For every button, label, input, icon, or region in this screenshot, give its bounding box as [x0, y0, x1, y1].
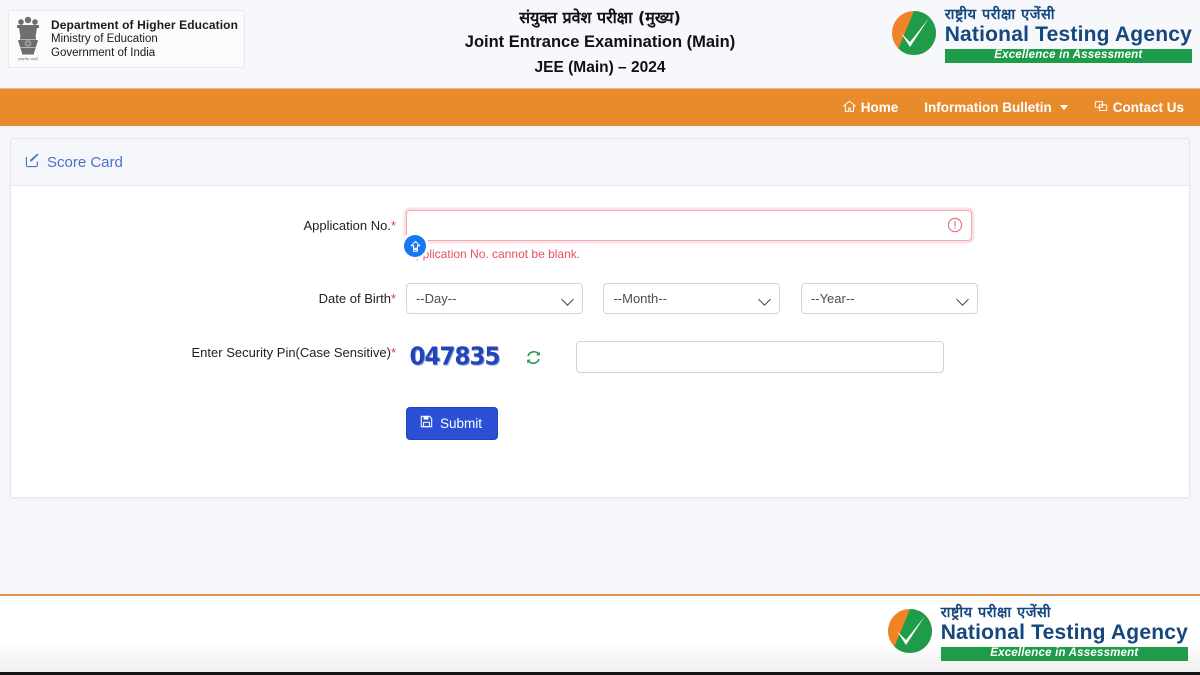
- nta-tagline: Excellence in Assessment: [944, 48, 1192, 64]
- chevron-down-icon: [1059, 105, 1068, 110]
- captcha-image: 047835: [406, 337, 503, 377]
- chat-icon: [1094, 100, 1108, 116]
- score-card-panel: Score Card Application No.* Application …: [10, 138, 1190, 498]
- captcha-text: 047835: [409, 342, 500, 372]
- dob-year-select-wrapper: --Year--: [800, 283, 978, 314]
- application-no-field-area: Application No. cannot be blank.: [404, 210, 972, 261]
- application-no-error-message: Application No. cannot be blank.: [408, 247, 581, 261]
- required-asterisk: *: [390, 218, 396, 233]
- page-title: Score Card: [25, 153, 123, 172]
- refresh-captcha-button[interactable]: [525, 349, 542, 366]
- department-text: Department of Higher Education Ministry …: [51, 18, 238, 61]
- page-body: Score Card Application No.* Application …: [0, 126, 1200, 591]
- india-state-emblem-icon: सत्यमेव जयते: [11, 14, 45, 64]
- page-title-text: Score Card: [47, 153, 123, 171]
- form-row-date-of-birth: Date of Birth* --Day-- --Month-- --Year-…: [11, 283, 1189, 314]
- dob-month-select[interactable]: --Month--: [603, 283, 781, 314]
- application-no-label-text: Application No.: [303, 218, 391, 233]
- score-card-body: Application No.* Application No. cannot …: [11, 186, 1189, 440]
- security-pin-input[interactable]: [575, 341, 944, 373]
- nta-checkmark-icon: [890, 9, 938, 62]
- nav-item-contact-us-label: Contact Us: [1112, 100, 1184, 115]
- dob-day-select[interactable]: --Day--: [406, 283, 583, 314]
- nav-item-information-bulletin-label: Information Bulletin: [924, 100, 1052, 115]
- dob-day-select-wrapper: --Day--: [406, 283, 583, 314]
- nta-hindi-text-footer: राष्ट्रीय परीक्षा एजेंसी: [940, 605, 1052, 621]
- edit-square-icon: [25, 153, 40, 172]
- nta-english-text-footer: National Testing Agency: [940, 620, 1188, 644]
- cursor-shift-badge-icon: [404, 235, 426, 257]
- required-asterisk: *: [390, 345, 396, 360]
- form-row-application-no: Application No.* Application No. cannot …: [11, 210, 1189, 261]
- dob-year-select[interactable]: --Year--: [800, 283, 978, 314]
- government-emblem-block: सत्यमेव जयते Department of Higher Educat…: [8, 10, 246, 68]
- security-pin-label-text: Enter Security Pin(Case Sensitive): [191, 345, 391, 360]
- score-card-header: Score Card: [11, 139, 1189, 186]
- page-footer: राष्ट्रीय परीक्षा एजेंसी National Testin…: [0, 594, 1200, 675]
- date-of-birth-label-text: Date of Birth: [318, 291, 391, 306]
- department-line-2: Ministry of Education: [51, 33, 158, 46]
- nta-logo-footer: राष्ट्रीय परीक्षा एजेंसी National Testin…: [886, 605, 1188, 662]
- form-row-security-pin: Enter Security Pin(Case Sensitive)* 0478…: [11, 337, 1189, 377]
- security-pin-label: Enter Security Pin(Case Sensitive)*: [11, 337, 406, 360]
- nav-item-home[interactable]: Home: [842, 100, 899, 116]
- page-header: सत्यमेव जयते Department of Higher Educat…: [0, 0, 1200, 88]
- nta-logo-header: राष्ट्रीय परीक्षा एजेंसी National Testin…: [890, 7, 1192, 64]
- nav-item-contact-us[interactable]: Contact Us: [1094, 100, 1184, 116]
- nav-item-home-label: Home: [860, 100, 899, 115]
- form-row-submit: Submit: [11, 407, 1189, 440]
- department-line-1: Department of Higher Education: [51, 17, 239, 32]
- nta-wordmark: राष्ट्रीय परीक्षा एजेंसी National Testin…: [944, 7, 1192, 64]
- date-of-birth-field-area: --Day-- --Month-- --Year--: [406, 283, 994, 314]
- department-line-3: Government of India: [51, 47, 156, 60]
- submit-button[interactable]: Submit: [406, 407, 499, 440]
- svg-text:सत्यमेव जयते: सत्यमेव जयते: [18, 57, 38, 62]
- save-icon: [420, 415, 433, 431]
- nta-wordmark-footer: राष्ट्रीय परीक्षा एजेंसी National Testin…: [940, 605, 1188, 662]
- home-icon: [842, 100, 857, 116]
- application-no-label: Application No.*: [11, 210, 406, 233]
- submit-button-label: Submit: [440, 415, 483, 431]
- nta-hindi-text: राष्ट्रीय परीक्षा एजेंसी: [944, 7, 1056, 23]
- required-asterisk: *: [390, 291, 396, 306]
- date-of-birth-label: Date of Birth*: [11, 283, 406, 306]
- nav-item-information-bulletin[interactable]: Information Bulletin: [924, 100, 1068, 115]
- nta-english-text: National Testing Agency: [944, 22, 1192, 46]
- main-navbar: Home Information Bulletin Contact Us: [0, 88, 1200, 126]
- security-pin-field-area: 047835: [406, 337, 944, 377]
- nta-checkmark-icon: [886, 607, 934, 660]
- application-no-input[interactable]: [406, 210, 972, 241]
- dob-month-select-wrapper: --Month--: [603, 283, 781, 314]
- nta-tagline-footer: Excellence in Assessment: [940, 646, 1188, 662]
